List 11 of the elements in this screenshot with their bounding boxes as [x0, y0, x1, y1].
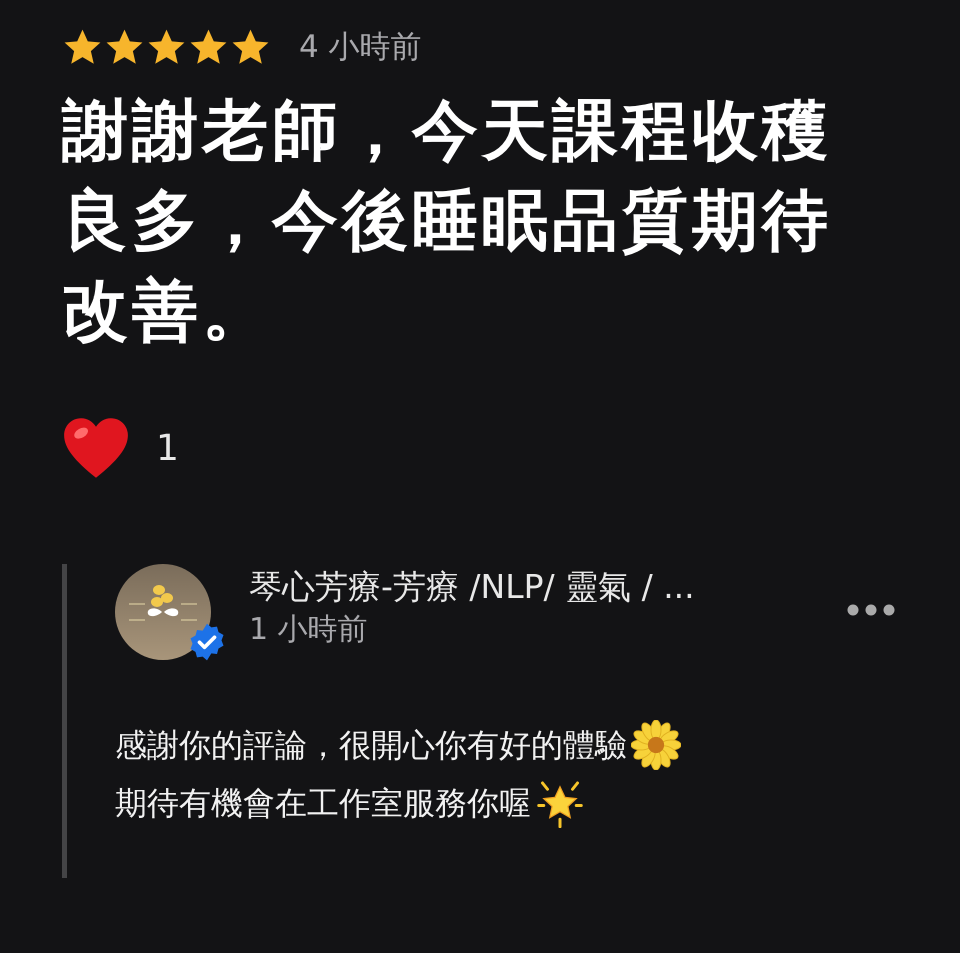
more-options-icon[interactable] — [847, 604, 895, 616]
heart-icon[interactable] — [62, 416, 130, 480]
reply-text: 感謝你的評論，很開心你有好的體驗 — [115, 725, 627, 766]
flower-icon — [631, 720, 681, 770]
reply-text: 期待有機會在工作室服務你喔 — [115, 783, 531, 824]
review-time: 4 小時前 — [299, 28, 422, 67]
business-logo-icon — [115, 564, 211, 660]
reply-time: 1 小時前 — [249, 611, 369, 649]
author-name[interactable]: 琴心芳療-芳療 /NLP/ 靈氣 / ... — [249, 564, 847, 610]
review-text: 謝謝老師，今天課程收穫良多，今後睡眠品質期待改善。 — [62, 91, 833, 351]
reaction-count: 1 — [156, 428, 179, 468]
